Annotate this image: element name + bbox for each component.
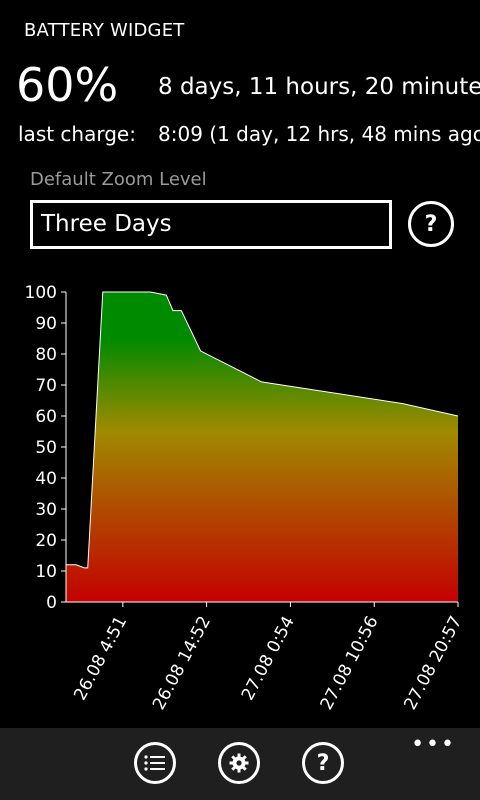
x-tick-label: 27.08 0:54 [238,613,299,704]
more-menu-button[interactable]: ••• [411,734,456,756]
time-remaining: 8 days, 11 hours, 20 minutes [158,74,480,100]
y-tick-label: 70 [35,376,57,396]
help-icon: ? [424,211,438,237]
battery-percent: 60% [16,58,119,112]
battery-level-area [66,292,458,602]
x-tick-label: 27.08 10:56 [317,613,383,713]
y-tick-label: 30 [35,500,57,520]
x-tick-label: 26.08 4:51 [70,613,131,704]
zoom-level-label: Default Zoom Level [30,169,207,190]
y-tick-label: 0 [46,593,57,613]
app-title: BATTERY WIDGET [24,20,185,41]
battery-chart: 0 10 20 30 40 50 60 70 80 90 100 26.08 4:51 26.08 1… [25,283,467,713]
list-icon [144,755,165,771]
y-tick-label: 20 [35,531,57,551]
y-tick-label: 80 [35,345,57,365]
zoom-level-value: Three Days [41,211,172,237]
x-tick-label: 27.08 20:57 [400,613,466,713]
help-button[interactable]: ? [302,742,344,784]
zoom-level-select[interactable]: Three Days [30,200,392,249]
y-tick-label: 60 [35,407,57,427]
x-tick-label: 26.08 14:52 [149,613,215,713]
last-charge-value: 8:09 (1 day, 12 hrs, 48 mins ago) [158,122,480,146]
y-tick-label: 90 [35,314,57,334]
settings-button[interactable] [218,742,260,784]
y-tick-label: 100 [25,283,57,303]
y-tick-label: 10 [35,562,57,582]
y-tick-label: 40 [35,469,57,489]
last-charge-label: last charge: [18,122,136,146]
help-icon: ? [316,750,330,776]
app-bar: ? ••• [0,728,480,800]
y-tick-label: 50 [35,438,57,458]
zoom-help-button[interactable]: ? [408,201,454,247]
list-button[interactable] [134,742,176,784]
gear-icon [229,753,249,773]
